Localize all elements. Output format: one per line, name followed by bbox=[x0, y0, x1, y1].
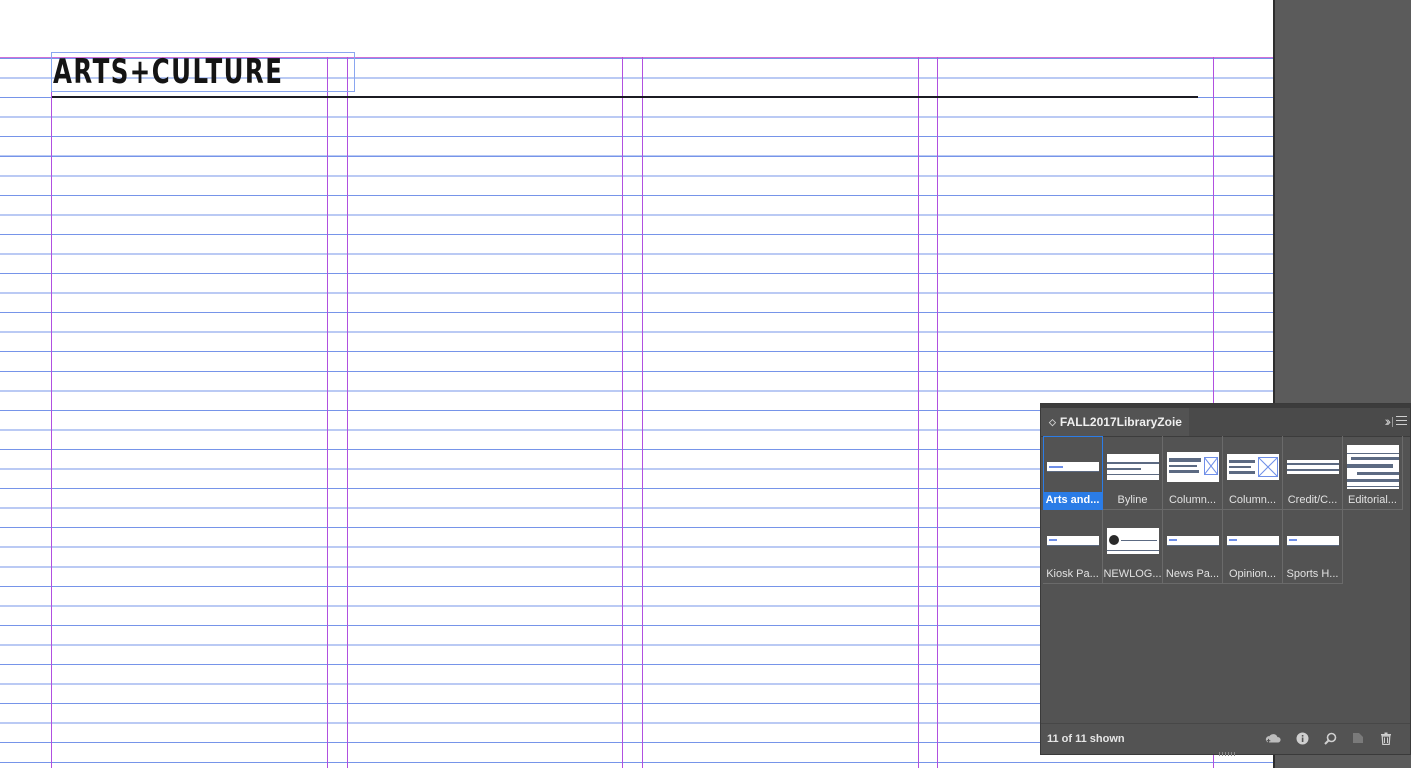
cloud-upload-icon[interactable] bbox=[1265, 731, 1281, 745]
item-label: Byline bbox=[1117, 494, 1148, 506]
column-guide[interactable] bbox=[937, 57, 938, 768]
item-label: Column... bbox=[1168, 494, 1217, 506]
library-item[interactable]: Arts and... bbox=[1043, 436, 1103, 510]
item-thumbnail bbox=[1046, 516, 1099, 566]
new-item-icon[interactable] bbox=[1350, 731, 1366, 745]
item-thumbnail bbox=[1166, 516, 1219, 566]
item-label: NEWLOG... bbox=[1103, 568, 1162, 580]
item-thumbnail bbox=[1286, 442, 1339, 492]
column-guide[interactable] bbox=[642, 57, 643, 768]
item-thumbnail bbox=[1106, 516, 1159, 566]
library-item[interactable]: Credit/C... bbox=[1283, 436, 1343, 510]
panel-resize-grip[interactable] bbox=[1219, 752, 1237, 756]
library-item[interactable]: Column... bbox=[1223, 436, 1283, 510]
panel-footer: 11 of 11 shown bbox=[1041, 723, 1410, 754]
masthead-title: ARTS+CULTURE bbox=[53, 52, 284, 92]
column-guide[interactable] bbox=[327, 57, 328, 768]
column-guide[interactable] bbox=[51, 57, 52, 768]
library-items-grid: Arts and... Byline Column... Column... C… bbox=[1043, 436, 1403, 584]
item-thumbnail bbox=[1226, 442, 1279, 492]
library-panel[interactable]: ◇ FALL2017LibraryZoie ›› Arts and... Byl… bbox=[1040, 403, 1411, 756]
panel-header: ◇ FALL2017LibraryZoie ›› bbox=[1041, 408, 1410, 437]
library-item[interactable]: Sports H... bbox=[1283, 510, 1343, 584]
library-item[interactable]: Editorial... bbox=[1343, 436, 1403, 510]
library-item[interactable]: Opinion... bbox=[1223, 510, 1283, 584]
library-tab[interactable]: ◇ FALL2017LibraryZoie bbox=[1041, 408, 1189, 436]
item-label: Credit/C... bbox=[1287, 494, 1338, 506]
info-icon[interactable] bbox=[1294, 731, 1310, 745]
column-guide[interactable] bbox=[622, 57, 623, 768]
column-guide[interactable] bbox=[918, 57, 919, 768]
item-label: Editorial... bbox=[1348, 494, 1397, 506]
header-divider bbox=[1392, 417, 1393, 427]
trash-icon[interactable] bbox=[1378, 731, 1394, 745]
library-title: FALL2017LibraryZoie bbox=[1059, 415, 1182, 429]
item-thumbnail bbox=[1106, 442, 1159, 492]
item-label: News Pa... bbox=[1165, 568, 1220, 580]
item-label: Sports H... bbox=[1286, 568, 1339, 580]
masthead-frame[interactable]: ARTS+CULTURE bbox=[51, 52, 355, 92]
library-item[interactable]: Kiosk Pa... bbox=[1043, 510, 1103, 584]
collapse-panel-icon[interactable]: ›› bbox=[1385, 413, 1392, 429]
item-thumbnail bbox=[1286, 516, 1339, 566]
tab-sort-arrows-icon: ◇ bbox=[1049, 416, 1056, 427]
column-guide[interactable] bbox=[347, 57, 348, 768]
item-thumbnail bbox=[1226, 516, 1279, 566]
item-label: Kiosk Pa... bbox=[1046, 568, 1099, 580]
item-thumbnail bbox=[1046, 442, 1099, 492]
library-item[interactable]: Byline bbox=[1103, 436, 1163, 510]
panel-menu-icon[interactable] bbox=[1396, 416, 1407, 425]
library-item[interactable]: Column... bbox=[1163, 436, 1223, 510]
item-thumbnail bbox=[1166, 442, 1219, 492]
masthead-rule[interactable] bbox=[52, 96, 1198, 98]
item-thumbnail bbox=[1346, 442, 1399, 492]
item-label: Column... bbox=[1228, 494, 1277, 506]
items-count-status: 11 of 11 shown bbox=[1047, 733, 1125, 745]
library-item[interactable]: NEWLOG... bbox=[1103, 510, 1163, 584]
item-label: Arts and... bbox=[1043, 492, 1102, 509]
search-icon[interactable] bbox=[1322, 731, 1338, 745]
library-item[interactable]: News Pa... bbox=[1163, 510, 1223, 584]
item-label: Opinion... bbox=[1228, 568, 1277, 580]
